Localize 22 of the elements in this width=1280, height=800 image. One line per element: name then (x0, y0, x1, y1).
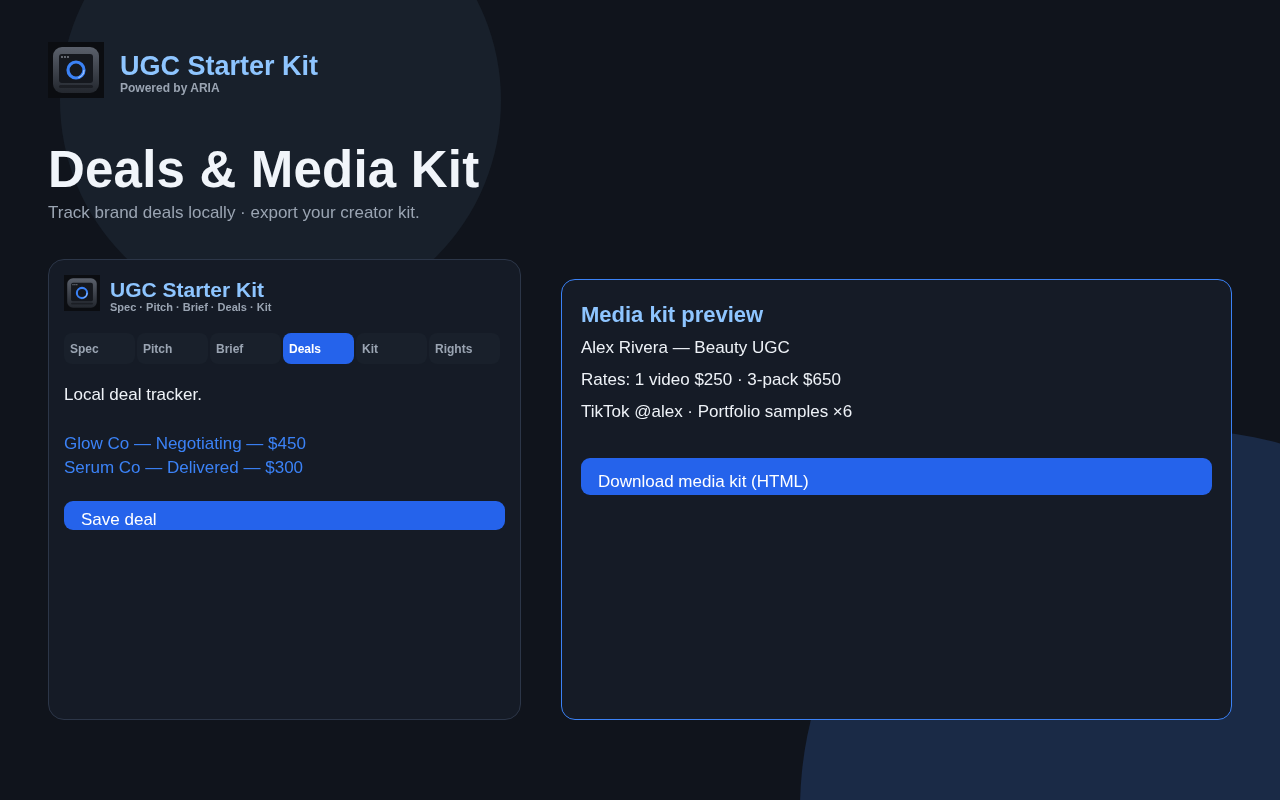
kit-line: TikTok @alex · Portfolio samples ×6 (581, 401, 853, 423)
save-deal-button[interactable]: Save deal (64, 501, 505, 530)
powered-by-text: Powered by ARIA (120, 81, 221, 95)
page-title: Deals & Media Kit (48, 140, 480, 200)
card-subtitle: Spec · Pitch · Brief · Deals · Kit (110, 301, 272, 313)
download-button[interactable]: Download media kit (HTML) (581, 458, 1212, 495)
description-text: Local deal tracker. (64, 384, 202, 406)
app-logo-icon (64, 275, 100, 311)
app-title: UGC Starter Kit (120, 51, 319, 81)
deal-entry: Serum Co — Delivered — $300 (64, 457, 304, 479)
tab[interactable]: Pitch (137, 333, 208, 364)
tab[interactable]: Deals (283, 333, 354, 364)
card-title: Media kit preview (581, 301, 764, 329)
tab[interactable]: Spec (64, 333, 135, 364)
kit-line: Rates: 1 video $250 · 3-pack $650 (581, 369, 841, 391)
tab[interactable]: Rights (429, 333, 500, 364)
kit-line: Alex Rivera — Beauty UGC (581, 337, 790, 359)
card-title: UGC Starter Kit (110, 279, 266, 301)
deal-entry: Glow Co — Negotiating — $450 (64, 433, 306, 455)
page-subtitle: Track brand deals locally · export your creator kit. (48, 202, 420, 224)
tab[interactable]: Brief (210, 333, 281, 364)
tab[interactable]: Kit (356, 333, 427, 364)
